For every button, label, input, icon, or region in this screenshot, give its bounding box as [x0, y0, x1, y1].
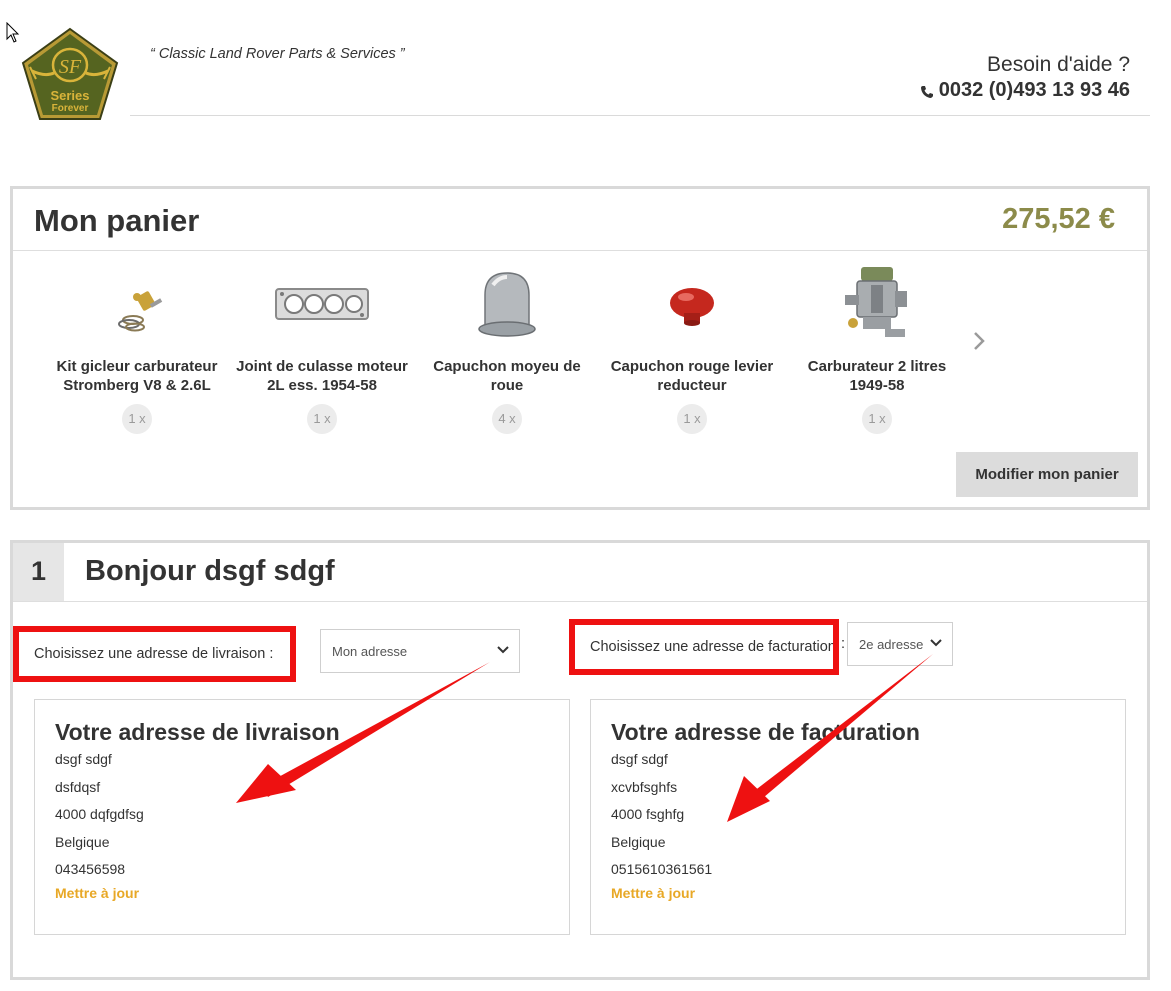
shipping-select-value: Mon adresse: [332, 643, 408, 659]
cart-item-name[interactable]: Joint de culasse moteur 2L ess. 1954-58: [233, 357, 411, 395]
cart-item[interactable]: Carburateur 2 litres 1949-58 1 x: [788, 265, 966, 434]
step-panel: 1 Bonjour dsgf sdgf Choisissez une adres…: [10, 540, 1150, 980]
cart-item-qty: 1 x: [677, 404, 707, 434]
chevron-down-icon: [497, 646, 509, 654]
address-line: 0515610361561: [611, 861, 713, 877]
series-forever-logo[interactable]: SF Series Forever: [20, 27, 120, 123]
cart-panel: Mon panier 275,52 € Kit gicleur carburat…: [10, 186, 1150, 510]
step-title: Bonjour dsgf sdgf: [85, 555, 335, 587]
help-title: Besoin d'aide ?: [987, 53, 1130, 76]
billing-label-colon: :: [841, 636, 846, 652]
billing-address-card: Votre adresse de facturation dsgf sdgf x…: [590, 699, 1126, 935]
address-line: Belgique: [55, 833, 110, 850]
cart-item[interactable]: Kit gicleur carburateur Stromberg V8 & 2…: [48, 265, 226, 434]
update-billing-address-link[interactable]: Mettre à jour: [611, 885, 1105, 901]
address-line: dsfdqsf: [55, 778, 101, 795]
shipping-address-select[interactable]: Mon adresse: [320, 629, 520, 673]
billing-address-label: Choisissez une adresse de facturation: [569, 619, 839, 675]
header-divider: [130, 115, 1150, 116]
address-line: xcvbfsghfs: [611, 778, 678, 795]
address-line: 043456598: [55, 861, 126, 877]
cart-item[interactable]: Joint de culasse moteur 2L ess. 1954-58 …: [233, 265, 411, 434]
cart-item[interactable]: Capuchon rouge levier reducteur 1 x: [603, 265, 781, 434]
shipping-address-label: Choisissez une adresse de livraison :: [13, 626, 296, 682]
cart-item-name[interactable]: Carburateur 2 litres 1949-58: [788, 357, 966, 395]
hub-cap-thumbnail-icon: [478, 272, 536, 337]
cart-item-name[interactable]: Capuchon rouge levier reducteur: [603, 357, 781, 395]
shipping-address-title: Votre adresse de livraison: [55, 719, 340, 745]
cart-divider: [13, 250, 1147, 251]
address-line: dsgf sdgf: [611, 751, 668, 767]
help-phone[interactable]: 0032 (0)493 13 93 46: [920, 78, 1130, 102]
address-line: 4000 fsghfg: [611, 806, 685, 822]
modify-cart-button[interactable]: Modifier mon panier: [956, 452, 1138, 497]
phone-icon: [920, 85, 933, 98]
cart-item[interactable]: Capuchon moyeu de roue 4 x: [418, 265, 596, 434]
jet-kit-thumbnail-icon: [118, 291, 163, 332]
head-gasket-thumbnail-icon: [275, 288, 369, 320]
mouse-cursor-icon: [6, 22, 20, 43]
cart-total: 275,52 €: [1002, 203, 1115, 235]
billing-address-title: Votre adresse de facturation: [611, 719, 920, 745]
svg-text:Forever: Forever: [52, 103, 89, 114]
cart-item-name[interactable]: Capuchon moyeu de roue: [418, 357, 596, 395]
help-block: Besoin d'aide ? 0032 (0)493 13 93 46: [920, 52, 1130, 102]
chevron-right-icon[interactable]: [971, 329, 987, 353]
cart-item-qty: 4 x: [492, 404, 522, 434]
address-line: Belgique: [611, 833, 666, 850]
tagline: “ Classic Land Rover Parts & Services ”: [150, 46, 405, 62]
billing-select-value: 2e adresse: [859, 636, 924, 652]
red-knob-thumbnail-icon: [670, 288, 714, 326]
cart-title: Mon panier: [34, 203, 200, 238]
chevron-down-icon: [930, 639, 942, 647]
phone-number[interactable]: 0032 (0)493 13 93 46: [939, 78, 1130, 102]
billing-address-select[interactable]: 2e adresse: [847, 622, 953, 666]
cart-item-qty: 1 x: [862, 404, 892, 434]
svg-text:SF: SF: [59, 56, 82, 78]
carburettor-thumbnail-icon: [845, 267, 907, 337]
cart-item-qty: 1 x: [307, 404, 337, 434]
update-shipping-address-link[interactable]: Mettre à jour: [55, 885, 549, 901]
svg-text:Series: Series: [50, 88, 89, 103]
cart-item-name[interactable]: Kit gicleur carburateur Stromberg V8 & 2…: [48, 357, 226, 395]
step-number: 1: [13, 543, 64, 601]
address-line: 4000 dqfgdfsg: [55, 806, 144, 822]
cart-item-qty: 1 x: [122, 404, 152, 434]
address-line: dsgf sdgf: [55, 751, 112, 767]
step-divider: [13, 601, 1147, 602]
shipping-address-card: Votre adresse de livraison dsgf sdgf dsf…: [34, 699, 570, 935]
